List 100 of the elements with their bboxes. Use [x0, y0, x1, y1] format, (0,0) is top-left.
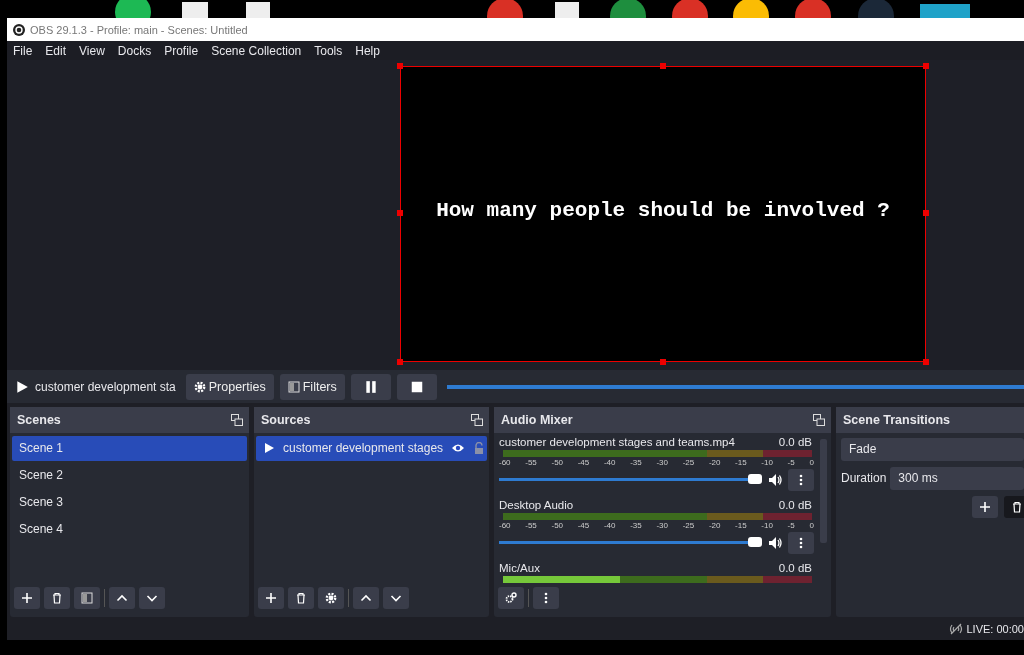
stop-button[interactable]: [396, 373, 437, 400]
meter-tick: -30: [656, 520, 668, 530]
delete-button[interactable]: [288, 586, 314, 609]
dock-title: Audio Mixer: [501, 412, 573, 427]
undock-icon[interactable]: [813, 413, 825, 426]
add-button[interactable]: [14, 586, 40, 609]
move-down-button[interactable]: [383, 586, 409, 609]
delete-button[interactable]: [44, 586, 70, 609]
pause-button[interactable]: [350, 373, 391, 400]
add-button[interactable]: [258, 586, 284, 609]
transition-dropdown[interactable]: Fade: [841, 437, 1024, 461]
scene-item[interactable]: Scene 1: [12, 435, 247, 461]
pause-icon: [363, 379, 378, 394]
meter-tick: -25: [682, 457, 695, 467]
meter-tick: -20: [708, 457, 721, 467]
resize-handle[interactable]: [660, 63, 666, 70]
undock-icon[interactable]: [471, 413, 483, 426]
resize-handle[interactable]: [397, 63, 403, 70]
meter-tick: -5: [787, 457, 795, 467]
meter-tick: -50: [551, 457, 564, 467]
duration-field[interactable]: 300 ms: [890, 466, 1024, 490]
resize-handle[interactable]: [397, 210, 403, 217]
seek-bar[interactable]: [446, 384, 1024, 389]
meter-tick: -5: [787, 520, 795, 530]
menu-item[interactable]: Tools: [314, 43, 343, 58]
filter-button[interactable]: [74, 586, 100, 609]
trash-icon: [295, 591, 307, 604]
more-button[interactable]: [788, 468, 814, 491]
trash-icon: [1011, 500, 1023, 513]
add-button[interactable]: [972, 495, 998, 518]
settings-button[interactable]: [318, 586, 344, 609]
meter-tick: -60: [499, 520, 511, 530]
channel-name: Mic/Aux: [499, 561, 540, 574]
resize-handle[interactable]: [923, 210, 929, 217]
speaker-icon[interactable]: [768, 535, 782, 550]
dock-title: Sources: [261, 412, 311, 427]
move-up-button[interactable]: [109, 586, 135, 609]
properties-button[interactable]: Properties: [185, 373, 274, 400]
filters-button[interactable]: Filters: [279, 373, 345, 400]
move-down-button[interactable]: [139, 586, 165, 609]
live-status: LIVE: 00:00: [966, 623, 1024, 636]
dock-title: Scene Transitions: [843, 412, 950, 427]
meter-tick: 0: [809, 457, 814, 467]
menu-item[interactable]: Help: [355, 43, 380, 58]
preview-canvas[interactable]: How many people should be involved ?: [400, 66, 926, 363]
source-label: customer development stages: [283, 441, 444, 456]
move-up-button[interactable]: [353, 586, 379, 609]
duration-label: Duration: [841, 471, 887, 486]
channel-reading: 0.0 dB: [778, 561, 812, 574]
meter-tick: -30: [656, 457, 668, 467]
resize-handle[interactable]: [923, 63, 929, 70]
source-item[interactable]: customer development stages: [256, 435, 487, 461]
meter-tick: -55: [525, 457, 537, 467]
scene-item[interactable]: Scene 3: [12, 489, 247, 515]
channel-name: Desktop Audio: [499, 498, 574, 511]
app-icon: [13, 23, 25, 36]
resize-handle[interactable]: [397, 359, 403, 366]
preview-text: How many people should be involved ?: [436, 198, 890, 222]
play-icon: [263, 442, 275, 455]
play-icon[interactable]: [15, 379, 29, 394]
resize-handle[interactable]: [923, 359, 929, 366]
meter-tick: -40: [603, 520, 616, 530]
window-title: OBS 29.1.3 - Profile: main - Scenes: Untitled: [30, 23, 248, 36]
undock-icon[interactable]: [231, 413, 243, 426]
more-button[interactable]: [788, 531, 814, 554]
meter-tick: -35: [630, 520, 642, 530]
meter-tick: -45: [577, 457, 590, 467]
source-name: customer development sta: [35, 379, 176, 394]
meter-tick: -10: [761, 520, 773, 530]
plus-icon: [265, 591, 277, 604]
menu-item[interactable]: Docks: [117, 43, 152, 58]
stop-icon: [409, 379, 424, 394]
trash-icon: [51, 591, 63, 604]
gears-icon: [505, 591, 517, 604]
plus-icon: [979, 500, 991, 513]
resize-handle[interactable]: [660, 359, 666, 366]
menu-item[interactable]: Scene Collection: [211, 43, 302, 58]
gear-icon: [325, 591, 337, 604]
delete-button[interactable]: [1004, 495, 1024, 518]
speaker-icon[interactable]: [768, 472, 782, 487]
dock-title: Scenes: [17, 412, 61, 427]
advanced-settings-button[interactable]: [498, 586, 524, 609]
meter-tick: -40: [603, 457, 616, 467]
meter-tick: -60: [499, 457, 511, 467]
meter-tick: -25: [682, 520, 695, 530]
plus-icon: [21, 591, 33, 604]
menu-item[interactable]: Edit: [45, 43, 67, 58]
filter-icon: [287, 380, 300, 393]
menu-item[interactable]: Profile: [164, 43, 199, 58]
scene-item[interactable]: Scene 2: [12, 462, 247, 488]
scene-item[interactable]: Scene 4: [12, 516, 247, 542]
meter-tick: -45: [577, 520, 590, 530]
meter-tick: 0: [809, 520, 814, 530]
meter-tick: -10: [761, 457, 773, 467]
gear-icon: [193, 380, 206, 393]
meter-tick: -15: [735, 520, 747, 530]
menu-item[interactable]: View: [79, 43, 105, 58]
meter-tick: -15: [735, 457, 747, 467]
menu-item[interactable]: File: [13, 43, 33, 58]
more-button[interactable]: [533, 586, 559, 609]
